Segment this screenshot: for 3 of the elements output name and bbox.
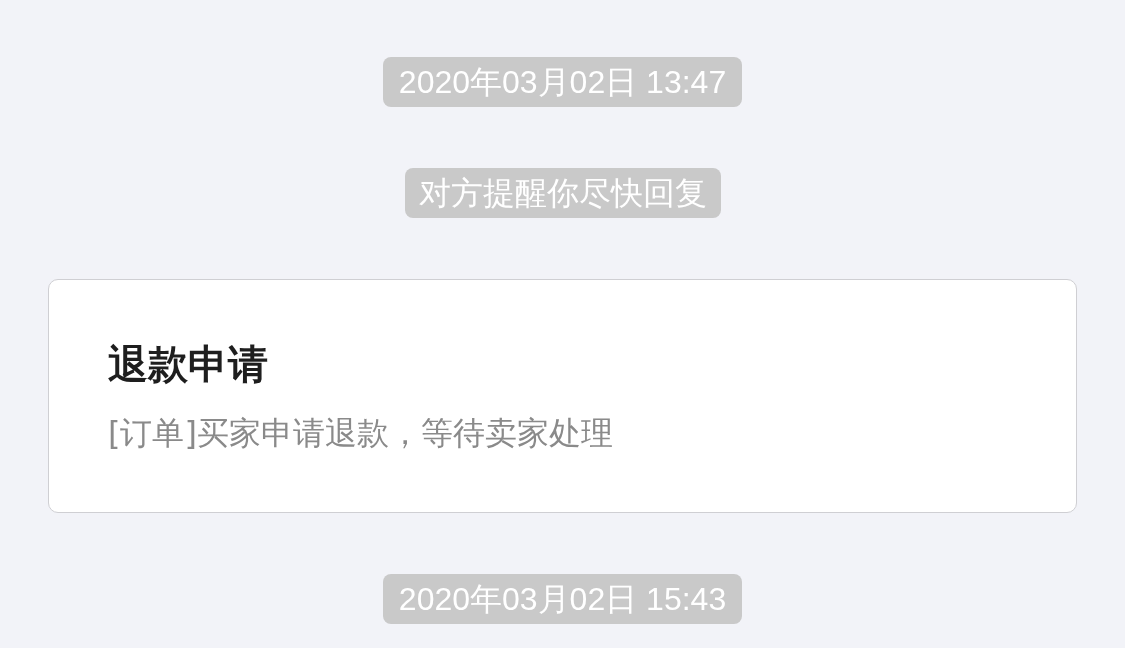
card-description: [订单]买家申请退款，等待卖家处理 — [108, 413, 613, 454]
refund-card[interactable]: 退款申请 [订单]买家申请退款，等待卖家处理 — [48, 279, 1077, 513]
card-title: 退款申请 — [108, 340, 268, 389]
